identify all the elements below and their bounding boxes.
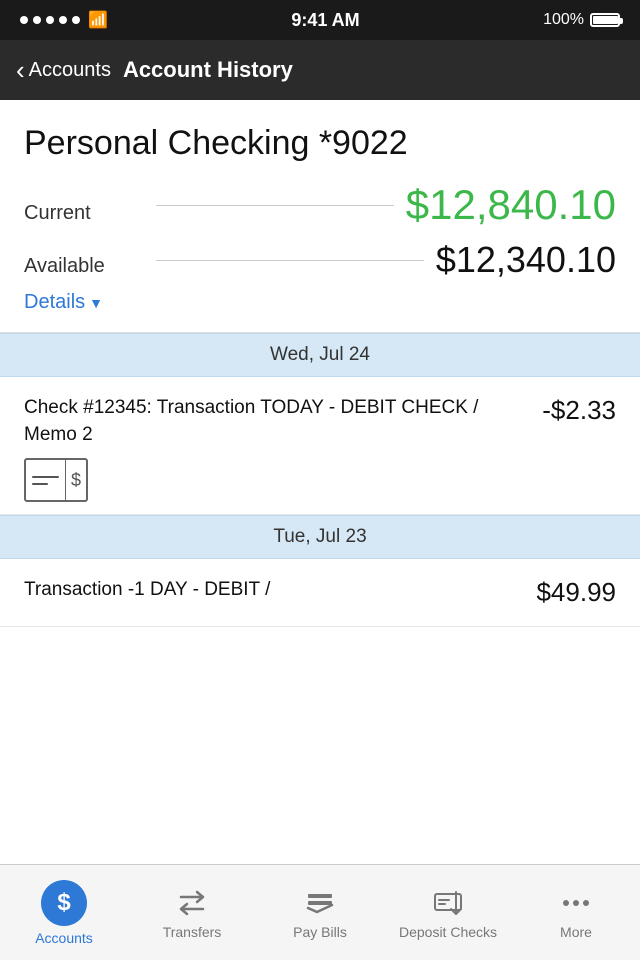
check-lines bbox=[26, 472, 65, 489]
deposit-checks-icon-wrap bbox=[431, 886, 465, 920]
more-icon-wrap bbox=[559, 886, 593, 920]
deposit-checks-icon bbox=[431, 886, 465, 920]
tab-transfers-label: Transfers bbox=[163, 924, 222, 940]
section-header-wed: Wed, Jul 24 bbox=[0, 333, 640, 377]
tab-deposit-checks[interactable]: Deposit Checks bbox=[384, 865, 512, 960]
transaction-item[interactable]: Check #12345: Transaction TODAY - DEBIT … bbox=[0, 377, 640, 515]
available-amount: $12,340.10 bbox=[436, 239, 616, 281]
tab-accounts[interactable]: $ Accounts bbox=[0, 865, 128, 960]
details-label: Details bbox=[24, 291, 85, 314]
signal-dots bbox=[20, 16, 80, 24]
tab-pay-bills-label: Pay Bills bbox=[293, 924, 347, 940]
current-label: Current bbox=[24, 202, 144, 225]
details-chevron-icon: ▼ bbox=[89, 295, 103, 311]
accounts-icon: $ bbox=[41, 880, 87, 926]
tab-pay-bills[interactable]: Pay Bills bbox=[256, 865, 384, 960]
back-button[interactable]: ‹ Accounts bbox=[16, 57, 111, 83]
more-icon bbox=[559, 886, 593, 920]
account-name: Personal Checking *9022 bbox=[24, 124, 616, 163]
transaction-amount: -$2.33 bbox=[542, 395, 616, 426]
tab-more[interactable]: More bbox=[512, 865, 640, 960]
transfers-icon-wrap bbox=[175, 886, 209, 920]
transaction-desc: Check #12345: Transaction TODAY - DEBIT … bbox=[24, 395, 526, 448]
nav-title: Account History bbox=[123, 57, 293, 83]
battery-percent: 100% bbox=[543, 11, 584, 29]
check-icon: $ bbox=[24, 458, 88, 502]
account-header: Personal Checking *9022 Current $12,840.… bbox=[0, 100, 640, 333]
content-area: Personal Checking *9022 Current $12,840.… bbox=[0, 100, 640, 864]
transaction-item-2[interactable]: Transaction -1 DAY - DEBIT / $49.99 bbox=[0, 559, 640, 627]
details-link[interactable]: Details ▼ bbox=[24, 291, 616, 314]
check-line-2 bbox=[32, 483, 48, 485]
wifi-icon: 📶 bbox=[88, 10, 108, 30]
battery-icon bbox=[590, 13, 620, 27]
tab-accounts-label: Accounts bbox=[35, 930, 93, 946]
status-bar: 📶 9:41 AM 100% bbox=[0, 0, 640, 40]
check-line-1 bbox=[32, 476, 59, 478]
tab-bar: $ Accounts Transfers Pay Bills bbox=[0, 864, 640, 960]
current-balance-row: Current $12,840.10 bbox=[24, 181, 616, 229]
nav-bar: ‹ Accounts Account History bbox=[0, 40, 640, 100]
pay-bills-icon bbox=[303, 886, 337, 920]
section-header-tue: Tue, Jul 23 bbox=[0, 515, 640, 559]
transfers-icon bbox=[175, 886, 209, 920]
tab-transfers[interactable]: Transfers bbox=[128, 865, 256, 960]
transaction-left: Check #12345: Transaction TODAY - DEBIT … bbox=[24, 395, 526, 502]
pay-bills-icon-wrap bbox=[303, 886, 337, 920]
accounts-icon-wrap: $ bbox=[41, 880, 87, 926]
available-divider bbox=[156, 260, 424, 261]
back-chevron-icon: ‹ bbox=[16, 57, 25, 83]
available-label: Available bbox=[24, 255, 144, 278]
current-divider bbox=[156, 205, 394, 206]
status-time: 9:41 AM bbox=[291, 10, 359, 31]
transaction-amount-2: $49.99 bbox=[536, 577, 616, 608]
transaction-desc-2: Transaction -1 DAY - DEBIT / bbox=[24, 577, 520, 604]
available-balance-row: Available $12,340.10 bbox=[24, 239, 616, 281]
check-dollar-sign: $ bbox=[65, 460, 86, 500]
tab-more-label: More bbox=[560, 924, 592, 940]
transaction-left-2: Transaction -1 DAY - DEBIT / bbox=[24, 577, 520, 614]
tab-deposit-checks-label: Deposit Checks bbox=[399, 924, 497, 940]
back-label: Accounts bbox=[29, 59, 111, 82]
current-amount: $12,840.10 bbox=[406, 181, 616, 229]
